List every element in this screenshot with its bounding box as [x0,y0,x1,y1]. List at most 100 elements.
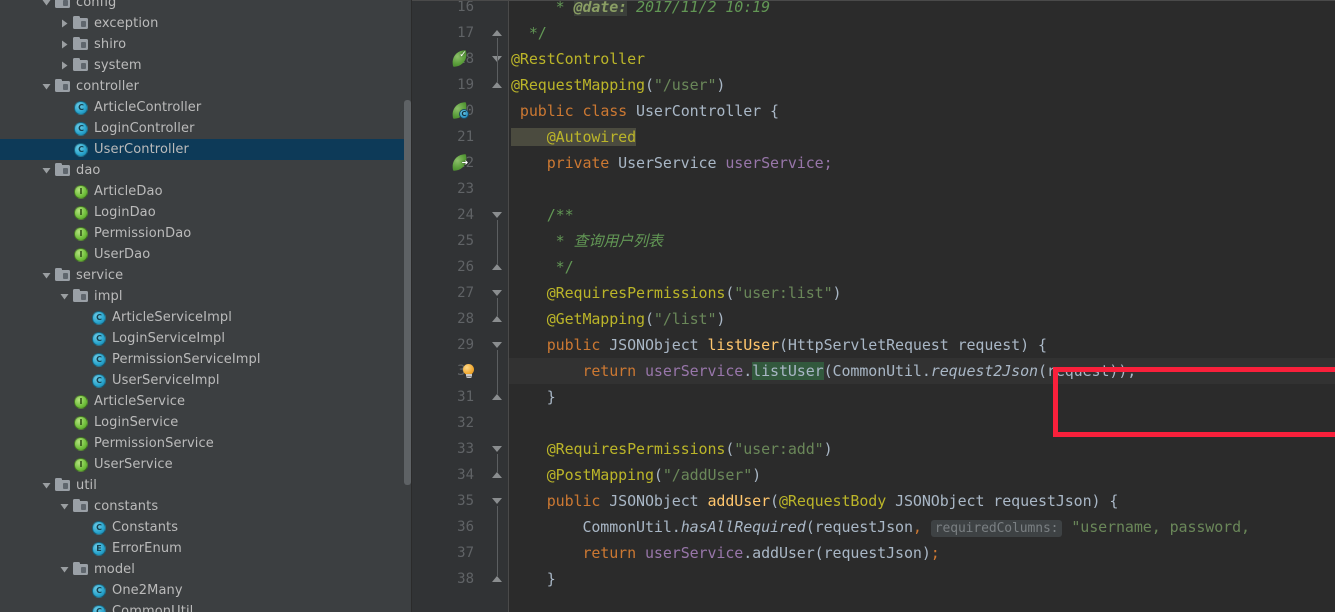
fold-expand-icon[interactable] [492,264,502,270]
gutter-row[interactable]: 30 [412,358,487,384]
gutter-row[interactable]: 35 [412,488,487,514]
tree-node-articleserviceimpl[interactable]: C ArticleServiceImpl [0,307,412,328]
fold-expand-icon[interactable] [492,30,502,36]
code-line[interactable]: public JSONObject listUser(HttpServletRe… [509,332,1335,358]
gutter-row[interactable]: 21 [412,124,487,150]
fold-expand-icon[interactable] [492,82,502,88]
chevron-down-icon[interactable] [38,76,54,97]
fold-collapse-icon[interactable] [492,342,502,348]
tree-node-constants[interactable]: C Constants [0,517,412,538]
gutter-row[interactable]: 18✓ [412,46,487,72]
code-line[interactable]: return userService.listUser(CommonUtil.r… [509,358,1335,384]
code-line[interactable]: * @date: 2017/11/2 10:19 [509,0,1335,20]
chevron-right-icon[interactable] [56,55,72,76]
code-line[interactable]: @PostMapping("/addUser") [509,462,1335,488]
gutter-row[interactable]: 20C [412,98,487,124]
fold-expand-icon[interactable] [492,472,502,478]
tree-node-dao[interactable]: dao [0,160,412,181]
tree-node-shiro[interactable]: shiro [0,34,412,55]
gutter-row[interactable]: 36 [412,514,487,540]
project-tool-window[interactable]: config exception shiro system controller C Art… [0,0,412,612]
gutter-row[interactable]: 19 [412,72,487,98]
fold-collapse-icon[interactable] [492,446,502,452]
code-line[interactable]: return userService.addUser(requestJson); [509,540,1335,566]
gutter-row[interactable]: 25 [412,228,487,254]
gutter-row[interactable]: 29 [412,332,487,358]
code-line[interactable] [509,176,1335,202]
tree-node-config[interactable]: config [0,0,412,13]
tree-node-permissionserviceimpl[interactable]: C PermissionServiceImpl [0,349,412,370]
code-line[interactable]: @RequestMapping("/user") [509,72,1335,98]
tree-node-util[interactable]: util [0,475,412,496]
tree-node-articleservice[interactable]: I ArticleService [0,391,412,412]
tree-node-articlecontroller[interactable]: C ArticleController [0,97,412,118]
tree-node-usercontroller[interactable]: C UserController [0,139,412,160]
code-line[interactable]: public JSONObject addUser(@RequestBody J… [509,488,1335,514]
gutter-row[interactable]: 31 [412,384,487,410]
chevron-down-icon[interactable] [38,475,54,496]
fold-expand-icon[interactable] [492,394,502,400]
code-line[interactable]: /** [509,202,1335,228]
gutter-row[interactable]: 26 [412,254,487,280]
gutter-row[interactable]: 37 [412,540,487,566]
tree-node-errorenum[interactable]: E ErrorEnum [0,538,412,559]
gutter-row[interactable]: 34 [412,462,487,488]
chevron-down-icon[interactable] [56,496,72,517]
spring-bean-icon[interactable]: ➜ [451,154,468,171]
fold-collapse-icon[interactable] [492,498,502,504]
tree-node-one2many[interactable]: C One2Many [0,580,412,601]
tree-node-commonutil[interactable]: C CommonUtil [0,601,412,612]
gutter-row[interactable]: 32 [412,410,487,436]
tree-node-impl[interactable]: impl [0,286,412,307]
editor-pane[interactable]: 16 17 18✓ 19 20C 21 22➜ 23 24 25 26 27 28 29 30 31 32 33 3… [412,0,1335,612]
tree-node-permissionservice[interactable]: I PermissionService [0,433,412,454]
fold-expand-icon[interactable] [492,316,502,322]
tree-node-userserviceimpl[interactable]: C UserServiceImpl [0,370,412,391]
fold-expand-icon[interactable] [492,576,502,582]
code-line[interactable]: */ [509,20,1335,46]
chevron-down-icon[interactable] [56,286,72,307]
fold-collapse-icon[interactable] [492,290,502,296]
chevron-right-icon[interactable] [56,34,72,55]
tree-node-userservice[interactable]: I UserService [0,454,412,475]
editor-gutter[interactable]: 16 17 18✓ 19 20C 21 22➜ 23 24 25 26 27 28 29 30 31 32 33 3… [412,0,487,612]
code-line[interactable]: } [509,566,1335,592]
tree-node-system[interactable]: system [0,55,412,76]
sidebar-vertical-scrollbar[interactable] [404,100,411,485]
gutter-row[interactable]: 33 [412,436,487,462]
fold-collapse-icon[interactable] [492,212,502,218]
code-line[interactable]: @Autowired [509,124,1335,150]
code-line[interactable]: @RequiresPermissions("user:list") [509,280,1335,306]
gutter-row[interactable]: 23 [412,176,487,202]
code-line[interactable] [509,410,1335,436]
gutter-row[interactable]: 28 [412,306,487,332]
gutter-row[interactable]: 17 [412,20,487,46]
code-line[interactable]: } [509,384,1335,410]
tree-node-articledao[interactable]: I ArticleDao [0,181,412,202]
chevron-down-icon[interactable] [38,160,54,181]
spring-bean-icon[interactable]: C [451,102,469,119]
code-line[interactable]: private UserService userService; [509,150,1335,176]
chevron-down-icon[interactable] [38,265,54,286]
intention-bulb-icon[interactable] [462,364,475,379]
code-line[interactable]: */ [509,254,1335,280]
gutter-row[interactable]: 16 [412,0,487,20]
tree-node-service[interactable]: service [0,265,412,286]
code-line[interactable]: @RequiresPermissions("user:add") [509,436,1335,462]
tree-node-logincontroller[interactable]: C LoginController [0,118,412,139]
tree-node-model[interactable]: model [0,559,412,580]
gutter-row[interactable]: 27 [412,280,487,306]
gutter-row[interactable]: 38 [412,566,487,592]
code-line[interactable]: @RestController [509,46,1335,72]
tree-node-permissiondao[interactable]: I PermissionDao [0,223,412,244]
code-folding-strip[interactable] [487,0,509,612]
code-text-area[interactable]: * @date: 2017/11/2 10:19 */ @RestControll… [509,0,1335,612]
chevron-down-icon[interactable] [38,0,54,13]
tree-node-controller[interactable]: controller [0,76,412,97]
code-line[interactable]: @GetMapping("/list") [509,306,1335,332]
tree-node-loginservice[interactable]: I LoginService [0,412,412,433]
spring-bean-icon[interactable]: ✓ [451,50,468,67]
gutter-row[interactable]: 24 [412,202,487,228]
chevron-down-icon[interactable] [56,559,72,580]
code-line[interactable]: public class UserController { [509,98,1335,124]
